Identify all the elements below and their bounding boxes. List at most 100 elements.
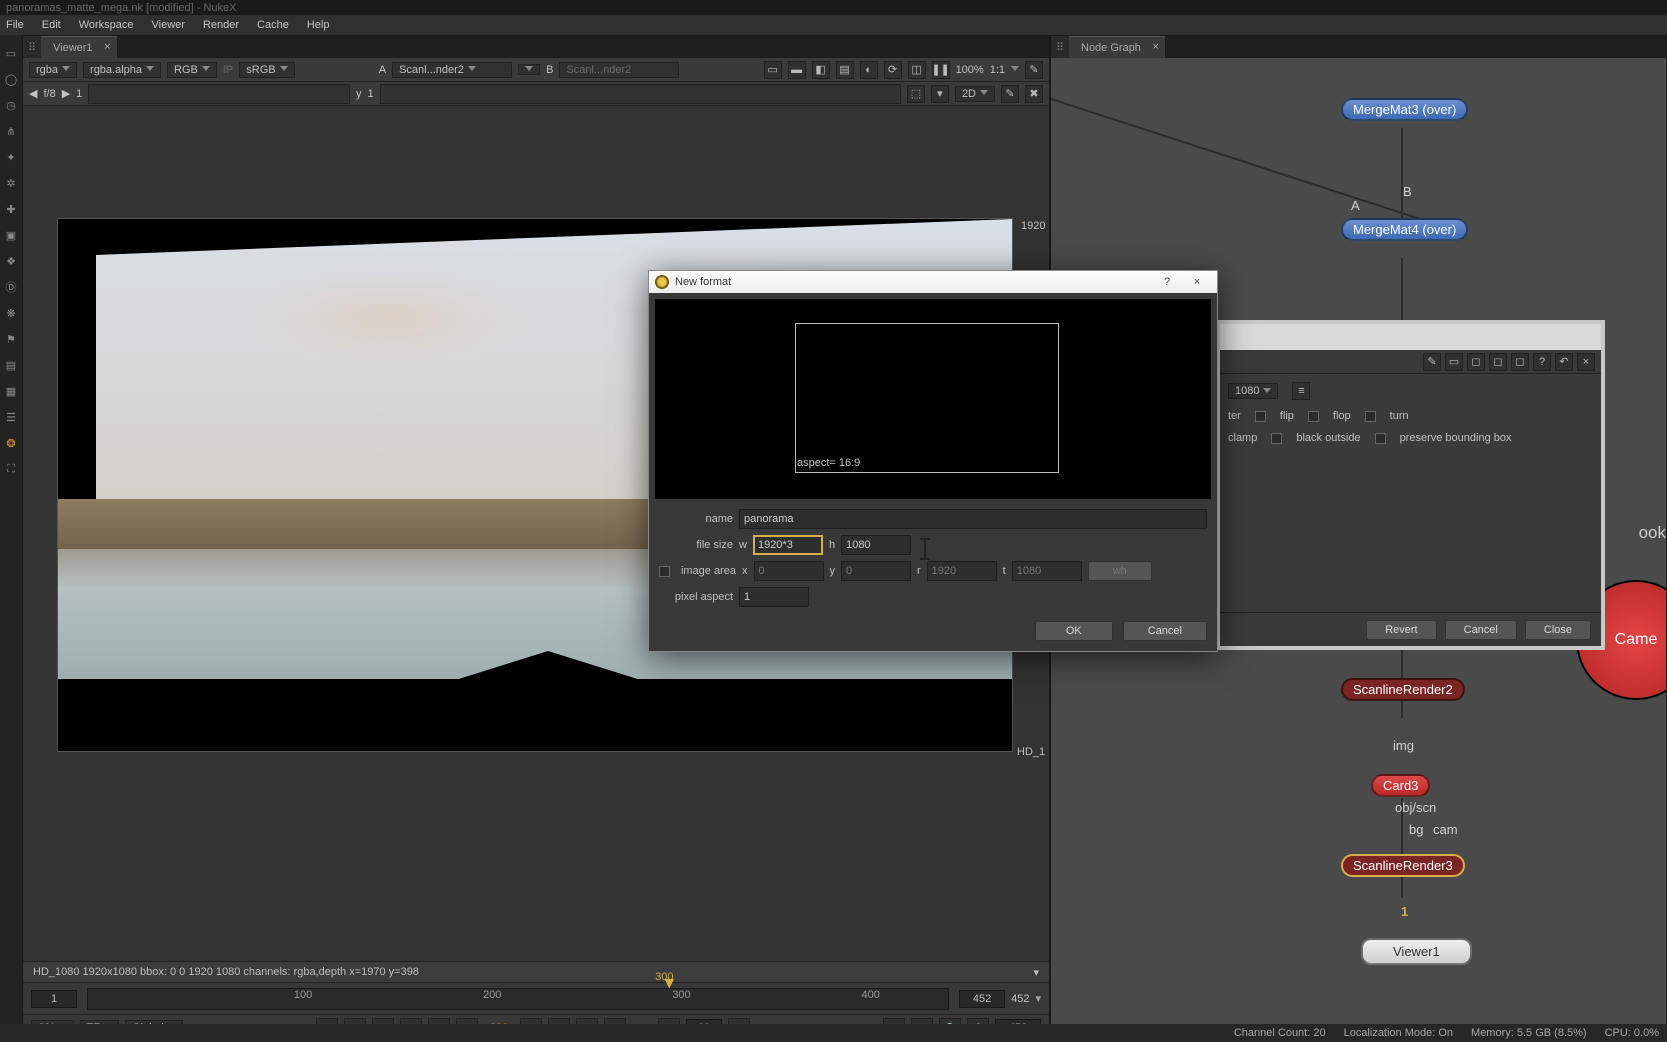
zoom-label[interactable]: 100% [956, 64, 984, 76]
stack-icon[interactable]: ▤ [836, 61, 854, 79]
prop-undo-icon[interactable]: ↶ [1555, 353, 1573, 371]
a-opts-dropdown[interactable] [518, 64, 540, 75]
viewer-brush-icon[interactable]: ✎ [1001, 85, 1019, 103]
prop-cancel-button[interactable]: Cancel [1445, 620, 1517, 640]
node-mergemat4[interactable]: MergeMat4 (over) [1341, 218, 1468, 241]
tab-nodegraph[interactable]: Node Graph × [1069, 36, 1165, 58]
pause-icon[interactable]: ❚❚ [932, 61, 950, 79]
region-icon[interactable]: ◫ [908, 61, 926, 79]
prev-icon[interactable]: ◀ [29, 87, 37, 100]
tool-keyer-icon[interactable]: ✚ [3, 201, 19, 217]
node-mergemat3[interactable]: MergeMat3 (over) [1341, 98, 1468, 121]
prop-format-icon[interactable]: ≡ [1292, 382, 1310, 400]
roi-opts-icon[interactable]: ▾ [931, 85, 949, 103]
blkout-checkbox[interactable] [1271, 433, 1282, 444]
view-mode-dropdown[interactable]: 2D [955, 86, 995, 102]
tool-image-icon[interactable]: ▭ [3, 45, 19, 61]
dialog-titlebar[interactable]: New format ? × [649, 271, 1217, 293]
tab-close-icon[interactable]: × [104, 41, 110, 53]
flip-checkbox[interactable] [1255, 411, 1266, 422]
prop-close-icon[interactable]: × [1577, 353, 1595, 371]
menu-file[interactable]: File [6, 19, 24, 31]
timeline-end[interactable]: 452 [959, 990, 1005, 1008]
tab-viewer1[interactable]: Viewer1 × [41, 36, 117, 58]
clip-icon[interactable]: ▭ [764, 61, 782, 79]
timeline-track[interactable]: 100 200 300 400 300 [87, 988, 949, 1010]
wipe-icon[interactable]: ◧ [812, 61, 830, 79]
ng-tab-close-icon[interactable]: × [1153, 41, 1159, 53]
width-input[interactable] [753, 535, 823, 555]
prop-b-icon[interactable]: ◻ [1489, 353, 1507, 371]
tool-3d-icon[interactable]: Ⓓ [3, 279, 19, 295]
gamma-value[interactable]: 1 [76, 88, 82, 100]
imagearea-checkbox[interactable] [659, 566, 670, 577]
r-input[interactable] [927, 561, 997, 581]
gain-ruler[interactable] [88, 84, 350, 104]
prop-close-button[interactable]: Close [1525, 620, 1591, 640]
x-input[interactable] [754, 561, 824, 581]
prop-edit-icon[interactable]: ✎ [1423, 353, 1441, 371]
gamma-ruler[interactable] [380, 84, 901, 104]
tool-metadata-icon[interactable]: ▦ [3, 383, 19, 399]
tool-filter-icon[interactable]: ✲ [3, 175, 19, 191]
prop-a-icon[interactable]: ◻ [1467, 353, 1485, 371]
tool-transform-icon[interactable]: ❖ [3, 253, 19, 269]
next-icon[interactable]: ▶ [62, 87, 70, 100]
b-input-dropdown[interactable]: Scanl...nder2 [559, 62, 679, 78]
menu-cache[interactable]: Cache [257, 19, 289, 31]
channels-dropdown[interactable]: rgba [29, 62, 77, 78]
prop-help-icon[interactable]: ? [1533, 353, 1551, 371]
node-viewer1[interactable]: Viewer1 [1361, 938, 1472, 965]
pbb-checkbox[interactable] [1375, 433, 1386, 444]
prop-titlebar[interactable] [1220, 324, 1601, 350]
colorspace-dropdown[interactable]: RGB [167, 62, 217, 78]
infobar-menu-icon[interactable]: ▾ [1033, 966, 1039, 979]
prop-c-icon[interactable]: ◻ [1511, 353, 1529, 371]
gamma-icon[interactable]: ◐ [860, 61, 878, 79]
wrench-icon[interactable]: ✎ [1025, 61, 1043, 79]
flop-checkbox[interactable] [1308, 411, 1319, 422]
ratio-label[interactable]: 1:1 [990, 64, 1005, 76]
menu-edit[interactable]: Edit [42, 19, 61, 31]
prop-note-icon[interactable]: ▭ [1445, 353, 1463, 371]
pixelaspect-input[interactable] [739, 587, 809, 607]
name-input[interactable] [739, 509, 1207, 529]
t-input[interactable] [1012, 561, 1082, 581]
ip-toggle[interactable]: IP [223, 64, 233, 76]
tool-draw-icon[interactable]: ◯ [3, 71, 19, 87]
tool-channel-icon[interactable]: ⋔ [3, 123, 19, 139]
lut-dropdown[interactable]: sRGB [239, 62, 294, 78]
y-value[interactable]: 1 [367, 88, 373, 100]
timeline[interactable]: 1 100 200 300 400 300 452 452 ▾ [23, 983, 1049, 1015]
menu-help[interactable]: Help [307, 19, 330, 31]
menu-viewer[interactable]: Viewer [152, 19, 185, 31]
roi-icon[interactable]: ⬚ [907, 85, 925, 103]
refresh-icon[interactable]: ⟳ [884, 61, 902, 79]
height-input[interactable] [841, 535, 911, 555]
tool-views-icon[interactable]: ▤ [3, 357, 19, 373]
viewer-wrench-icon[interactable]: ✖ [1025, 85, 1043, 103]
timeline-start[interactable]: 1 [31, 990, 77, 1008]
node-card3[interactable]: Card3 [1371, 774, 1430, 797]
tool-particles-icon[interactable]: ❋ [3, 305, 19, 321]
tab-handle-icon[interactable]: ⠿ [23, 36, 41, 58]
wh-button[interactable]: wh [1088, 561, 1152, 581]
tool-other-icon[interactable]: ☰ [3, 409, 19, 425]
prop-revert-button[interactable]: Revert [1366, 620, 1436, 640]
tool-color-icon[interactable]: ✦ [3, 149, 19, 165]
y-input[interactable] [841, 561, 911, 581]
ok-button[interactable]: OK [1035, 621, 1113, 641]
timeline-menu-icon[interactable]: ▾ [1035, 992, 1041, 1005]
rect-icon[interactable]: ▬ [788, 61, 806, 79]
dialog-close-button[interactable]: × [1183, 273, 1211, 291]
menu-render[interactable]: Render [203, 19, 239, 31]
ng-tab-handle-icon[interactable]: ⠿ [1051, 36, 1069, 58]
dialog-help-button[interactable]: ? [1153, 273, 1181, 291]
fstop-value[interactable]: f/8 [43, 88, 55, 100]
prop-format-dropdown[interactable]: 1080 [1228, 383, 1278, 399]
cancel-button[interactable]: Cancel [1123, 621, 1207, 641]
tool-merge-icon[interactable]: ▣ [3, 227, 19, 243]
tool-time-icon[interactable]: ◷ [3, 97, 19, 113]
a-input-dropdown[interactable]: Scanl...nder2 [392, 62, 512, 78]
tool-all-icon[interactable]: ⛶ [3, 461, 19, 477]
